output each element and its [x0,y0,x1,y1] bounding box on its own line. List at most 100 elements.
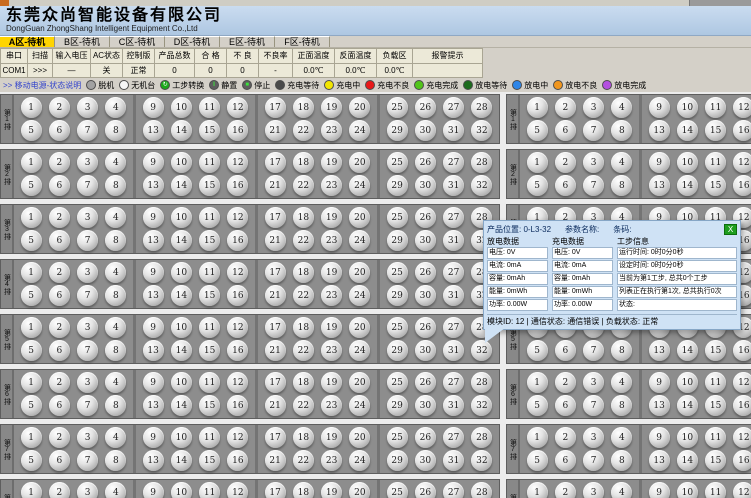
battery-cell[interactable]: 12 [733,97,751,118]
battery-cell[interactable]: 12 [733,482,751,498]
battery-cell[interactable]: 1 [21,482,42,498]
battery-cell[interactable]: 2 [49,97,70,118]
battery-cell[interactable]: 16 [733,395,751,416]
battery-cell[interactable]: 2 [49,427,70,448]
battery-cell[interactable]: 8 [105,340,126,361]
battery-cell[interactable]: 6 [49,120,70,141]
battery-cell[interactable]: 8 [105,120,126,141]
battery-cell[interactable]: 9 [143,262,164,283]
battery-cell[interactable]: 10 [171,97,192,118]
battery-cell[interactable]: 7 [77,230,98,251]
battery-cell[interactable]: 3 [583,97,604,118]
battery-cell[interactable]: 29 [387,175,408,196]
battery-cell[interactable]: 1 [21,317,42,338]
battery-cell[interactable]: 21 [265,395,286,416]
tab-zone-1[interactable]: B区-待机 [55,36,110,47]
battery-cell[interactable]: 18 [293,97,314,118]
battery-cell[interactable]: 9 [649,372,670,393]
battery-cell[interactable]: 1 [527,482,548,498]
battery-cell[interactable]: 10 [677,97,698,118]
battery-cell[interactable]: 9 [143,427,164,448]
battery-cell[interactable]: 10 [171,152,192,173]
battery-cell[interactable]: 2 [555,482,576,498]
battery-cell[interactable]: 23 [321,340,342,361]
battery-cell[interactable]: 11 [199,317,220,338]
battery-cell[interactable]: 27 [443,372,464,393]
battery-cell[interactable]: 30 [415,285,436,306]
battery-cell[interactable]: 25 [387,207,408,228]
battery-cell[interactable]: 4 [105,317,126,338]
battery-cell[interactable]: 26 [415,427,436,448]
battery-cell[interactable]: 12 [733,152,751,173]
battery-cell[interactable]: 15 [199,395,220,416]
battery-cell[interactable]: 23 [321,120,342,141]
battery-cell[interactable]: 32 [471,340,492,361]
battery-cell[interactable]: 2 [49,262,70,283]
battery-cell[interactable]: 23 [321,285,342,306]
battery-cell[interactable]: 2 [49,317,70,338]
battery-cell[interactable]: 18 [293,152,314,173]
battery-cell[interactable]: 27 [443,482,464,498]
battery-cell[interactable]: 16 [733,450,751,471]
battery-cell[interactable]: 9 [143,207,164,228]
battery-cell[interactable]: 19 [321,427,342,448]
battery-cell[interactable]: 14 [677,120,698,141]
battery-cell[interactable]: 5 [21,450,42,471]
battery-cell[interactable]: 32 [471,450,492,471]
battery-cell[interactable]: 4 [105,97,126,118]
battery-cell[interactable]: 10 [677,372,698,393]
battery-cell[interactable]: 9 [143,372,164,393]
battery-cell[interactable]: 11 [705,482,726,498]
battery-cell[interactable]: 11 [199,207,220,228]
battery-cell[interactable]: 3 [77,482,98,498]
battery-cell[interactable]: 16 [733,120,751,141]
battery-cell[interactable]: 22 [293,340,314,361]
battery-cell[interactable]: 5 [21,285,42,306]
battery-cell[interactable]: 12 [227,317,248,338]
battery-cell[interactable]: 4 [611,97,632,118]
battery-cell[interactable]: 2 [555,372,576,393]
battery-cell[interactable]: 14 [171,120,192,141]
battery-cell[interactable]: 24 [349,285,370,306]
battery-cell[interactable]: 7 [77,340,98,361]
battery-cell[interactable]: 1 [527,97,548,118]
battery-cell[interactable]: 2 [49,207,70,228]
battery-cell[interactable]: 2 [49,482,70,498]
battery-cell[interactable]: 30 [415,175,436,196]
battery-cell[interactable]: 14 [171,230,192,251]
battery-cell[interactable]: 19 [321,207,342,228]
battery-cell[interactable]: 10 [171,482,192,498]
battery-cell[interactable]: 6 [49,285,70,306]
battery-cell[interactable]: 13 [143,450,164,471]
battery-cell[interactable]: 1 [21,262,42,283]
battery-cell[interactable]: 7 [77,395,98,416]
battery-cell[interactable]: 19 [321,262,342,283]
battery-cell[interactable]: 27 [443,152,464,173]
battery-cell[interactable]: 20 [349,152,370,173]
battery-cell[interactable]: 10 [171,207,192,228]
battery-cell[interactable]: 25 [387,372,408,393]
battery-cell[interactable]: 18 [293,372,314,393]
battery-cell[interactable]: 29 [387,340,408,361]
tab-zone-3[interactable]: D区-待机 [165,36,220,47]
battery-cell[interactable]: 31 [443,120,464,141]
power-status-link[interactable]: >> 移动电源-状态说明 [3,80,81,91]
battery-cell[interactable]: 2 [49,372,70,393]
battery-cell[interactable]: 7 [77,450,98,471]
battery-cell[interactable]: 20 [349,317,370,338]
battery-cell[interactable]: 25 [387,317,408,338]
battery-cell[interactable]: 10 [171,372,192,393]
battery-cell[interactable]: 23 [321,395,342,416]
battery-cell[interactable]: 15 [705,340,726,361]
battery-cell[interactable]: 6 [555,395,576,416]
battery-cell[interactable]: 13 [143,395,164,416]
battery-cell[interactable]: 8 [611,450,632,471]
battery-cell[interactable]: 25 [387,152,408,173]
battery-cell[interactable]: 10 [171,427,192,448]
battery-cell[interactable]: 1 [21,97,42,118]
battery-cell[interactable]: 24 [349,120,370,141]
battery-cell[interactable]: 15 [705,120,726,141]
battery-cell[interactable]: 3 [77,207,98,228]
battery-cell[interactable]: 9 [649,482,670,498]
battery-cell[interactable]: 20 [349,372,370,393]
